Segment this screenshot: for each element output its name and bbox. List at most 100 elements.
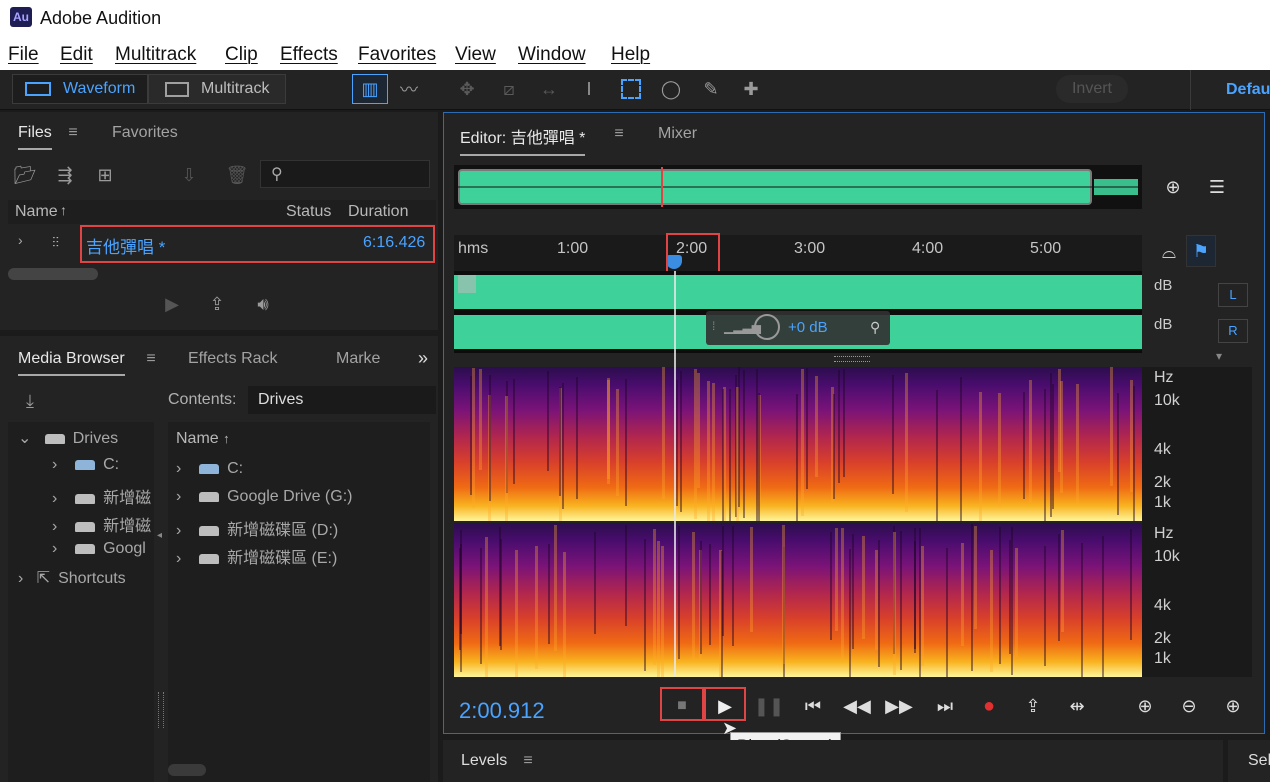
headphones-icon[interactable]: ⌓ (1156, 239, 1182, 265)
zoom-in-amplitude-icon[interactable]: ⊕ (1130, 691, 1160, 721)
record-button[interactable]: ● (974, 691, 1004, 721)
list-item[interactable]: › 新增磁碟區 (D:) (176, 516, 338, 540)
tab-media-browser[interactable]: Media Browser (18, 350, 125, 376)
spectral-streak (1081, 543, 1083, 677)
contents-dropdown[interactable]: Drives (248, 386, 436, 414)
tab-levels[interactable]: Levels (461, 752, 507, 770)
menu-window[interactable]: Window (518, 44, 586, 66)
previous-button[interactable]: ⏮︎ (798, 691, 828, 721)
skip-selection-button[interactable]: ⇹ (1062, 691, 1092, 721)
open-file-icon[interactable]: 📂︎ (12, 162, 38, 188)
menu-edit[interactable]: Edit (60, 44, 93, 66)
slip-tool-icon[interactable]: ↔ (534, 74, 564, 104)
fast-forward-button[interactable]: ▶▶ (884, 691, 914, 721)
tree-item-drives[interactable]: ⌄ Drives (18, 428, 118, 448)
collapse-left-icon[interactable]: ◂ (157, 530, 162, 541)
more-tabs-icon[interactable]: » (412, 348, 434, 368)
tree-item-d[interactable]: › 新增磁 (52, 484, 151, 508)
list-horizontal-scrollbar[interactable] (168, 764, 206, 776)
menu-effects[interactable]: Effects (280, 44, 338, 66)
spectral-display-right[interactable] (454, 523, 1142, 677)
insert-into-multitrack-icon[interactable]: ⇩ (176, 162, 202, 188)
razor-tool-icon[interactable]: ⧄ (494, 74, 524, 104)
playhead-line[interactable] (674, 271, 677, 677)
next-button[interactable]: ⏭︎ (930, 691, 960, 721)
menu-favorites[interactable]: Favorites (358, 44, 436, 66)
overview-waveform[interactable] (454, 165, 1142, 209)
list-item[interactable]: › 新增磁碟區 (E:) (176, 544, 337, 568)
spot-healing-icon[interactable]: ✚ (736, 74, 766, 104)
tree-item-c[interactable]: › C: (52, 456, 119, 474)
expand-chevron-icon[interactable]: › (18, 232, 23, 248)
column-status[interactable]: Status (286, 203, 331, 221)
tab-files[interactable]: Files (18, 124, 52, 150)
play-preview-icon[interactable]: ▶ (162, 294, 182, 314)
pane-splitter[interactable]: ◂ (156, 422, 166, 782)
list-header-name[interactable]: Name ↑ (176, 430, 230, 448)
files-search-input[interactable]: ⚲ (260, 160, 430, 188)
right-channel-toggle[interactable]: R (1218, 319, 1248, 343)
marquee-selection-icon[interactable] (616, 74, 646, 104)
pause-button[interactable]: ❚❚ (754, 691, 784, 721)
new-file-icon[interactable]: ⊞ (92, 162, 118, 188)
menu-file[interactable]: File (8, 44, 39, 66)
hud-pin-icon[interactable]: ⚲ (870, 319, 880, 336)
invert-button[interactable]: Invert (1056, 75, 1128, 103)
spectral-splitter-grip-icon[interactable] (834, 356, 870, 362)
tree-item-g[interactable]: › Googl (52, 540, 146, 558)
tab-effects-rack[interactable]: Effects Rack (188, 350, 278, 368)
tree-item-shortcuts[interactable]: › ⇱ Shortcuts (18, 568, 126, 588)
tab-selection[interactable]: Sel (1248, 752, 1270, 770)
column-duration[interactable]: Duration (348, 203, 408, 221)
loop-preview-icon[interactable]: ⇪ (204, 294, 230, 314)
waveform-view-button[interactable]: Waveform (12, 74, 148, 104)
left-channel-toggle[interactable]: L (1218, 283, 1248, 307)
column-name[interactable]: Name (15, 203, 58, 221)
list-item[interactable]: › C: (176, 460, 243, 478)
menu-multitrack[interactable]: Multitrack (115, 44, 196, 66)
import-file-icon[interactable]: ⇶ (52, 162, 78, 188)
workspace-default-tab[interactable]: Defau (1226, 81, 1270, 99)
menu-view[interactable]: View (455, 44, 496, 66)
levels-panel-menu-icon[interactable]: ≡ (519, 752, 537, 770)
move-tool-icon[interactable]: ✥ (452, 74, 482, 104)
hud-grip-icon: ⁞ (712, 319, 716, 333)
current-time-display[interactable]: 2:00.912 (459, 698, 545, 724)
lasso-tool-icon[interactable]: ◯ (656, 74, 686, 104)
brush-tool-icon[interactable]: ✎ (696, 74, 726, 104)
zoom-out-amplitude-icon[interactable]: ⊖ (1174, 691, 1204, 721)
editor-panel-menu-icon[interactable]: ≡ (610, 125, 628, 143)
loop-playback-button[interactable]: ⇪ (1018, 691, 1048, 721)
tab-markers[interactable]: Marke (336, 350, 380, 368)
spectral-streak (680, 371, 682, 512)
zoom-to-fit-icon[interactable]: ⊕ (1158, 173, 1188, 201)
time-selection-tool-icon[interactable]: I (574, 74, 604, 104)
list-item[interactable]: › Google Drive (G:) (176, 488, 352, 506)
menu-clip[interactable]: Clip (225, 44, 258, 66)
snap-to-playhead-icon[interactable]: ⚑ (1186, 235, 1216, 267)
expand-spectral-icon[interactable]: ▾ (1216, 349, 1222, 363)
fade-in-handle-icon[interactable] (458, 275, 476, 293)
import-media-icon[interactable]: ⤓ (12, 388, 48, 414)
hud-gain-value[interactable]: +0 dB (788, 319, 828, 336)
menu-help[interactable]: Help (611, 44, 650, 66)
media-browser-menu-icon[interactable]: ≡ (142, 350, 160, 368)
rewind-button[interactable]: ◀◀ (842, 691, 872, 721)
files-panel-menu-icon[interactable]: ≡ (64, 124, 82, 142)
delete-icon[interactable]: 🗑︎ (224, 162, 250, 188)
files-horizontal-scrollbar[interactable] (8, 268, 98, 280)
volume-knob-icon[interactable] (754, 314, 780, 340)
tab-favorites[interactable]: Favorites (112, 124, 178, 142)
spectral-pitch-icon[interactable]: 〰 (394, 74, 424, 104)
tab-mixer[interactable]: Mixer (658, 125, 697, 143)
spectral-display-left[interactable] (454, 367, 1142, 521)
ruler-tick-label: 5:00 (1030, 240, 1062, 257)
tree-item-e[interactable]: › 新增磁 (52, 512, 151, 536)
track-list-icon[interactable]: ☰ (1202, 173, 1232, 201)
autoplay-speaker-icon[interactable]: 🔊︎ (246, 294, 280, 314)
multitrack-view-button[interactable]: Multitrack (148, 74, 286, 104)
hud-volume[interactable]: ⁞ ▁▂▃▅ +0 dB ⚲ (706, 311, 890, 345)
spectral-display-toggle-icon[interactable]: ▥ (352, 74, 388, 104)
tab-editor[interactable]: Editor: 吉他彈唱 * (460, 124, 586, 156)
zoom-in-time-icon[interactable]: ⊕ (1218, 691, 1248, 721)
